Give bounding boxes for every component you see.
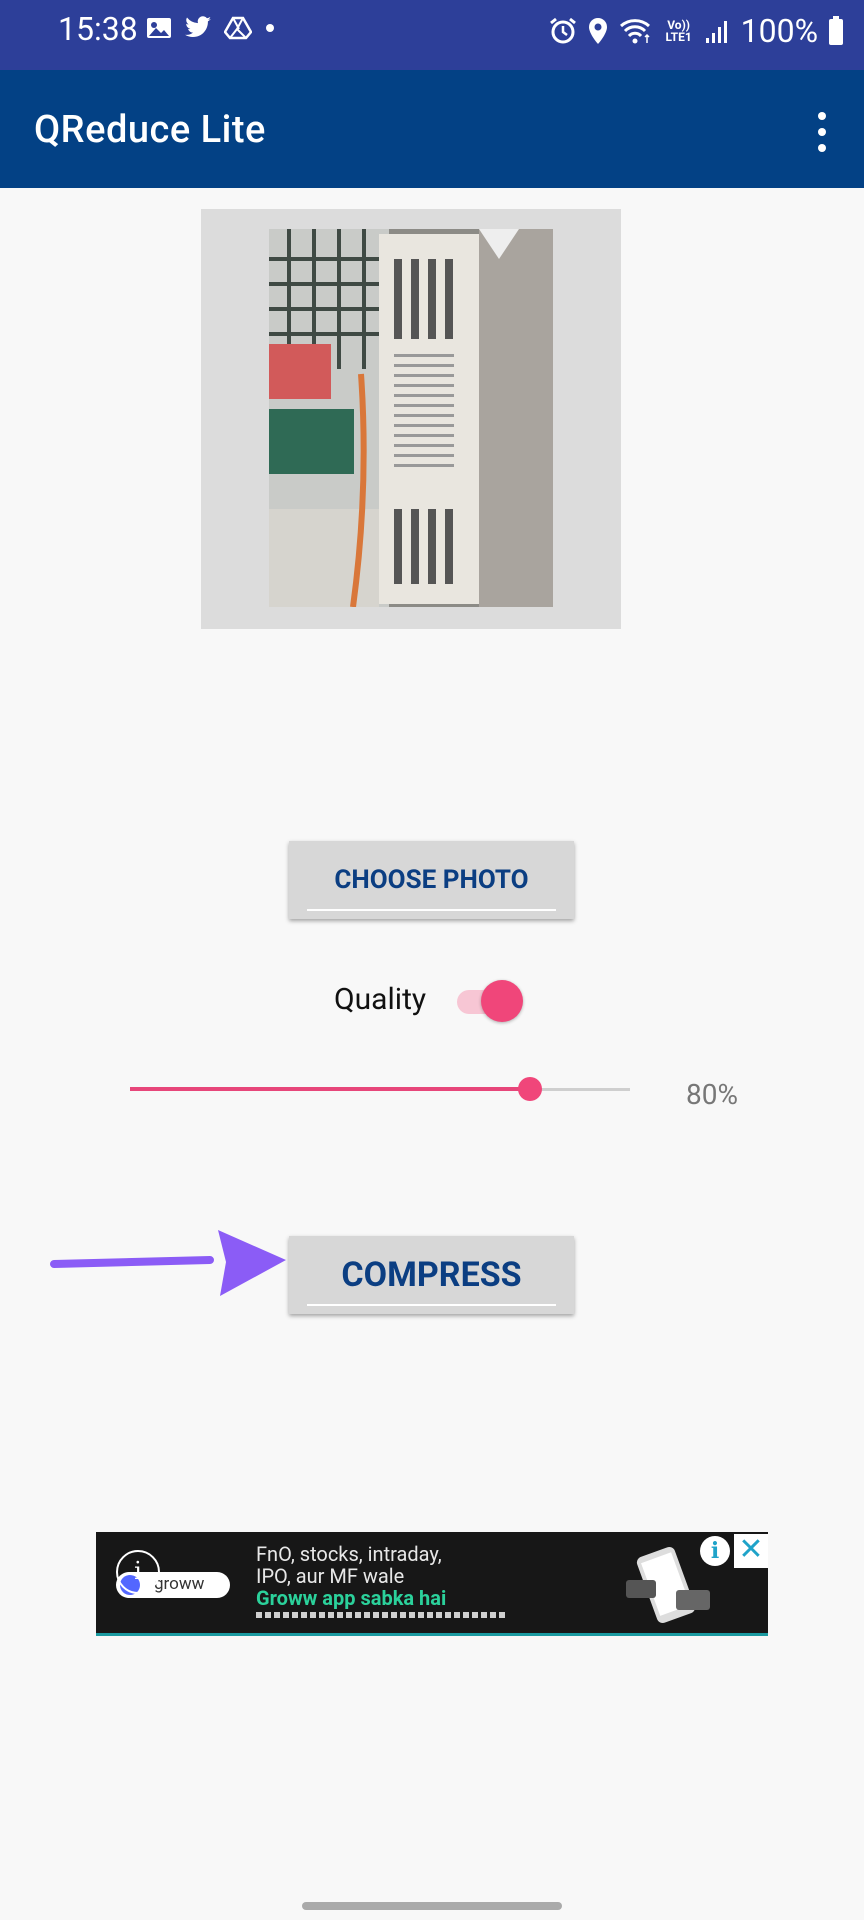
compress-button[interactable]: COMPRESS xyxy=(289,1236,574,1314)
ad-banner[interactable]: groww i FnO, stocks, intraday, IPO, aur … xyxy=(96,1532,768,1636)
signal-icon xyxy=(705,21,727,43)
ad-line-3: Groww app sabka hai xyxy=(256,1586,447,1610)
status-right-icons: Vo)) LTE1 100% xyxy=(549,12,844,50)
ad-close-icon[interactable]: ✕ xyxy=(734,1534,768,1568)
app-bar: QReduce Lite xyxy=(0,70,864,188)
compress-label: COMPRESS xyxy=(341,1255,522,1295)
choose-photo-button[interactable]: CHOOSE PHOTO xyxy=(289,841,574,919)
status-time: 15:38 xyxy=(58,10,138,48)
app-title: QReduce Lite xyxy=(34,108,266,152)
quality-slider[interactable] xyxy=(130,1074,630,1104)
ad-info-icon: i xyxy=(116,1550,160,1594)
twitter-icon xyxy=(185,16,211,38)
volte-icon: Vo)) LTE1 xyxy=(665,18,692,44)
annotation-arrow-icon xyxy=(50,1230,286,1296)
battery-percent: 100% xyxy=(740,12,818,50)
location-icon xyxy=(588,18,607,44)
gesture-nav-bar[interactable] xyxy=(302,1902,562,1910)
battery-icon xyxy=(829,16,843,45)
slider-thumb[interactable] xyxy=(518,1077,542,1101)
ad-disclaimer xyxy=(256,1612,506,1618)
selected-photo xyxy=(269,229,553,607)
gallery-icon xyxy=(147,18,171,38)
dot-icon xyxy=(266,24,274,32)
more-vert-icon[interactable] xyxy=(814,112,830,152)
status-left-icons xyxy=(146,16,276,40)
adchoices-icon[interactable]: i xyxy=(700,1536,730,1566)
quality-toggle[interactable] xyxy=(455,980,525,1024)
image-preview-frame xyxy=(201,209,621,629)
ad-line-2: IPO, aur MF wale xyxy=(256,1564,405,1588)
quality-label: Quality xyxy=(334,982,427,1017)
quality-value: 80% xyxy=(686,1078,738,1111)
choose-photo-label: CHOOSE PHOTO xyxy=(334,865,529,895)
alarm-icon xyxy=(549,17,576,44)
wifi-icon xyxy=(619,19,650,44)
ad-line-1: FnO, stocks, intraday, xyxy=(256,1542,442,1566)
status-bar: 15:38 Vo)) LTE1 100% xyxy=(0,0,864,70)
drive-icon xyxy=(224,16,252,40)
